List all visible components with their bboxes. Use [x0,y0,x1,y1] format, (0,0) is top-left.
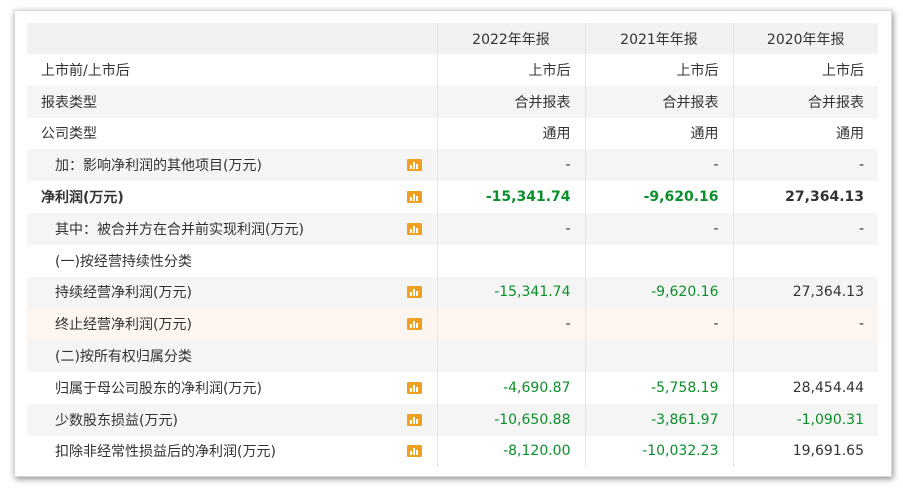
table-row: 归属于母公司股东的净利润(万元) -4,690.87 -5,758.19 28,454… [27,371,878,404]
header-2021[interactable]: 2021年年报 [585,23,734,54]
row-label: 终止经营净利润(万元) [27,308,392,341]
value-cell: -3,861.97 [585,403,734,436]
value-cell: 27,364.13 [733,276,878,309]
value-cell [437,244,586,277]
value-cell: 合并报表 [733,85,878,118]
row-icon-cell [392,340,438,372]
value-cell: - [437,212,586,245]
table-row: 公司类型 通用 通用 通用 [27,117,878,150]
table-header-row: 2022年年报 2021年年报 2020年年报 [27,23,878,54]
value-cell: -10,650.88 [437,403,586,436]
table-row: 持续经营净利润(万元) -15,341.74 -9,620.16 27,364.13 [27,276,878,309]
row-label: (二)按所有权归属分类 [27,340,392,372]
row-label: 持续经营净利润(万元) [27,276,392,309]
row-label: (一)按经营持续性分类 [55,253,192,270]
table-row: 净利润(万元) -15,341.74 -9,620.16 27,364.13 [27,181,878,213]
row-label: 扣除非经常性损益后的净利润(万元) [55,444,276,461]
row-label: 加：影响净利润的其他项目(万元) [27,149,392,182]
row-icon-cell [392,117,438,150]
bar-chart-icon[interactable] [406,318,422,331]
value-cell: - [733,308,878,341]
value-cell [585,340,734,372]
row-label: 其中：被合并方在合并前实现利润(万元) [27,212,392,245]
row-icon-cell [392,371,438,404]
table-row: (一)按经营持续性分类 [27,244,878,277]
value-cell [437,340,586,372]
row-icon-cell [392,54,438,86]
value-cell: 19,691.65 [792,443,864,460]
value-cell: 通用 [585,117,734,150]
table-row: 加：影响净利润的其他项目(万元) - - - [27,149,878,182]
value-cell: - [733,212,878,245]
table-row: 上市前/上市后 上市后 上市后 上市后 [27,54,878,86]
value-cell [733,340,878,372]
row-icon-cell [392,403,438,436]
header-2022[interactable]: 2022年年报 [437,23,586,54]
row-icon-cell [392,85,438,118]
value-cell: 上市后 [822,62,864,79]
financial-table-card: 2022年年报 2021年年报 2020年年报 上市前/上市后 上市后 上市后 上市后… [14,10,892,477]
value-cell: - [585,212,734,245]
value-cell: - [437,308,586,341]
bar-chart-icon[interactable] [406,381,422,394]
net-profit-table: 2022年年报 2021年年报 2020年年报 上市前/上市后 上市后 上市后 上市后… [27,23,878,468]
bar-chart-icon[interactable] [406,413,422,426]
row-icon-cell [392,244,438,277]
value-cell: 上市后 [437,54,586,86]
bar-chart-icon[interactable] [406,286,422,299]
value-cell: - [437,149,586,182]
value-cell: -9,620.16 [585,276,734,309]
value-cell: 28,454.44 [792,379,864,396]
bar-chart-icon[interactable] [406,191,422,204]
row-icon-cell [392,149,438,182]
value-cell: 合并报表 [585,85,734,118]
value-cell: -8,120.00 [437,435,586,468]
table-row: 其中：被合并方在合并前实现利润(万元) - - - [27,212,878,245]
header-label-blank [27,23,392,54]
row-icon-cell [392,276,438,309]
table-row: 终止经营净利润(万元) - - - [27,308,878,341]
value-cell: -10,032.23 [585,435,734,468]
value-cell: 合并报表 [437,85,586,118]
value-cell: -4,690.87 [437,371,586,404]
value-cell: -5,758.19 [585,371,734,404]
value-cell: -1,090.31 [733,403,878,436]
value-cell [585,244,734,277]
row-label: 公司类型 [41,126,97,143]
value-cell: -15,341.74 [437,181,586,213]
row-label: 净利润(万元) [41,190,124,207]
row-icon-cell [392,181,438,213]
bar-chart-icon[interactable] [406,445,422,458]
row-icon-cell [392,435,438,468]
value-cell: - [585,149,734,182]
table-row: 扣除非经常性损益后的净利润(万元) -8,120.00 -10,032.23 19,6… [27,435,878,468]
row-label: 归属于母公司股东的净利润(万元) [55,380,262,397]
header-icon-blank [392,23,438,54]
value-cell: -9,620.16 [585,181,734,213]
table-row: 少数股东损益(万元) -10,650.88 -3,861.97 -1,090.31 [27,403,878,436]
header-2020[interactable]: 2020年年报 [733,23,878,54]
value-cell: - [733,149,878,182]
value-cell: 通用 [437,117,586,150]
row-icon-cell [392,308,438,341]
bar-chart-icon[interactable] [406,159,422,172]
row-label: 少数股东损益(万元) [27,403,392,436]
value-cell: - [585,308,734,341]
value-cell [733,245,878,277]
value-cell: -15,341.74 [437,276,586,309]
row-label: 报表类型 [27,85,392,118]
value-cell: 27,364.13 [785,189,864,206]
value-cell: 通用 [836,126,864,143]
table-row: 报表类型 合并报表 合并报表 合并报表 [27,85,878,118]
bar-chart-icon[interactable] [406,222,422,235]
value-cell: 上市后 [585,54,734,86]
table-row: (二)按所有权归属分类 [27,340,878,372]
row-icon-cell [392,212,438,245]
row-label: 上市前/上市后 [41,62,130,79]
